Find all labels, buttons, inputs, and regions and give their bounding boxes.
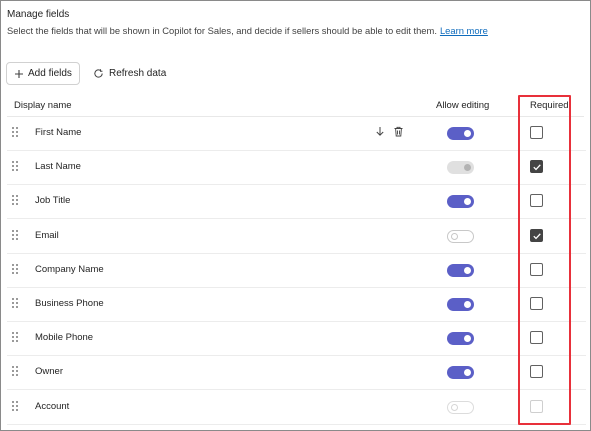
toggle-knob — [451, 232, 458, 240]
description-text: Select the fields that will be shown in … — [7, 25, 437, 36]
toggle-knob — [464, 301, 471, 308]
section-title: Manage fields — [7, 9, 70, 20]
allow-editing-toggle — [447, 161, 474, 175]
field-row: Business Phone — [7, 288, 586, 322]
column-header-allow-editing: Allow editing — [436, 100, 490, 111]
checkmark-icon — [533, 232, 541, 239]
field-row: Account — [7, 391, 586, 425]
toggle-knob — [464, 266, 471, 274]
required-checkbox — [530, 399, 543, 413]
column-header-required: Required — [530, 100, 569, 111]
field-name: Owner — [35, 366, 63, 378]
field-row: Owner — [7, 356, 586, 391]
drag-handle-icon[interactable] — [12, 298, 20, 310]
drag-handle-icon[interactable] — [12, 366, 20, 378]
field-row: Job Title — [7, 185, 586, 220]
drag-handle-icon[interactable] — [12, 332, 20, 344]
section-description: Select the fields that will be shown in … — [7, 25, 488, 36]
required-checkbox[interactable] — [530, 160, 543, 174]
toggle-knob — [464, 130, 471, 137]
manage-fields-panel: Manage fields Select the fields that wil… — [0, 0, 591, 431]
allow-editing-toggle[interactable] — [447, 263, 474, 277]
field-row: Email — [7, 220, 586, 254]
field-name: Email — [35, 229, 59, 241]
field-row: Last Name — [7, 151, 586, 186]
refresh-data-label: Refresh data — [109, 68, 167, 79]
allow-editing-toggle — [447, 400, 474, 414]
plus-icon — [15, 69, 23, 78]
row-actions — [375, 126, 404, 137]
delete-icon[interactable] — [393, 126, 404, 137]
allow-editing-toggle[interactable] — [447, 366, 474, 380]
required-checkbox[interactable] — [530, 194, 543, 208]
allow-editing-toggle[interactable] — [447, 332, 474, 346]
required-checkbox[interactable] — [530, 331, 543, 345]
refresh-data-button[interactable]: Refresh data — [93, 62, 166, 85]
add-fields-button[interactable]: Add fields — [6, 62, 80, 85]
drag-handle-icon[interactable] — [12, 195, 20, 207]
toggle-knob — [464, 198, 471, 206]
field-name: Account — [35, 400, 70, 412]
checkmark-icon — [533, 164, 541, 171]
drag-handle-icon[interactable] — [12, 127, 20, 139]
allow-editing-toggle[interactable] — [447, 127, 474, 140]
field-row: Mobile Phone — [7, 322, 586, 357]
toggle-knob — [464, 335, 471, 343]
allow-editing-toggle[interactable] — [447, 195, 474, 209]
required-checkbox[interactable] — [530, 297, 543, 310]
learn-more-link[interactable]: Learn more — [440, 25, 488, 36]
toggle-knob — [464, 369, 471, 377]
add-fields-label: Add fields — [28, 68, 72, 79]
toggle-knob — [464, 164, 471, 172]
drag-handle-icon[interactable] — [12, 229, 20, 242]
field-name: Job Title — [35, 195, 71, 207]
required-checkbox[interactable] — [530, 262, 543, 276]
field-name: Mobile Phone — [35, 332, 94, 344]
field-row: Company Name — [7, 254, 586, 288]
drag-handle-icon[interactable] — [12, 400, 20, 413]
toggle-knob — [451, 403, 458, 411]
allow-editing-toggle[interactable] — [447, 298, 474, 311]
drag-handle-icon[interactable] — [12, 263, 20, 276]
refresh-icon — [94, 69, 103, 78]
column-header-display-name: Display name — [14, 100, 72, 111]
required-checkbox[interactable] — [530, 228, 543, 242]
drag-handle-icon[interactable] — [12, 161, 20, 173]
field-name: Business Phone — [35, 298, 104, 309]
allow-editing-toggle[interactable] — [447, 229, 474, 243]
field-name: Company Name — [35, 263, 104, 275]
field-name: First Name — [35, 127, 82, 138]
required-checkbox[interactable] — [530, 365, 543, 379]
move-down-icon[interactable] — [375, 126, 385, 137]
field-row: First Name — [7, 117, 586, 151]
required-checkbox[interactable] — [530, 126, 543, 139]
field-name: Last Name — [35, 161, 81, 173]
